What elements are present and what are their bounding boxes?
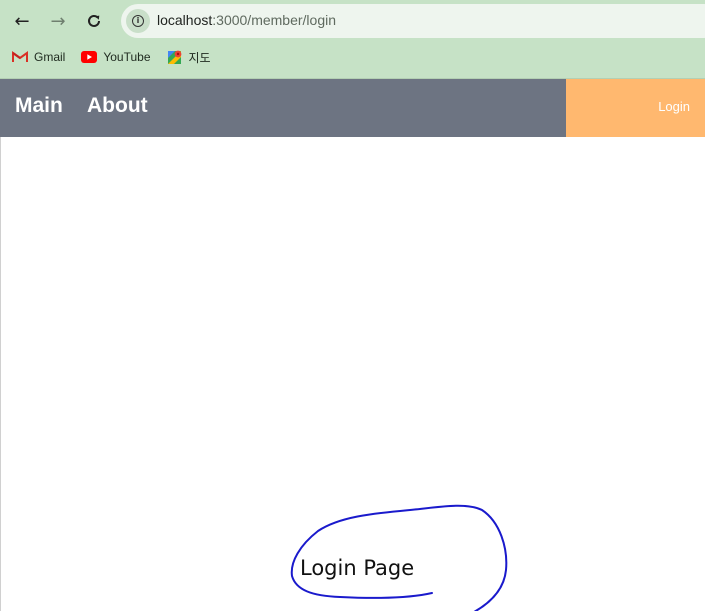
bookmark-gmail-label: Gmail [34, 50, 66, 64]
nav-about-link[interactable]: About [87, 94, 148, 118]
address-bar[interactable]: i localhost:3000/member/login [121, 4, 705, 38]
bookmark-youtube[interactable]: YouTube [81, 50, 151, 64]
url-text[interactable]: localhost:3000/member/login [157, 12, 336, 28]
bookmark-maps-label: 지도 [188, 50, 211, 65]
nav-main-link[interactable]: Main [15, 94, 63, 118]
login-button-label: Login [658, 99, 690, 114]
browser-toolbar: ← → i localhost:3000/member/login Gmail [0, 0, 705, 79]
app-header: Main About Login [0, 79, 705, 137]
login-button[interactable]: Login [566, 79, 705, 137]
url-host: localhost [157, 12, 213, 28]
bookmarks-bar: Gmail YouTube 지도 [0, 46, 215, 68]
youtube-icon [81, 51, 98, 63]
bookmark-gmail[interactable]: Gmail [12, 50, 65, 64]
url-path: :3000/member/login [212, 12, 337, 28]
page-title: Login Page [300, 556, 415, 580]
bookmark-maps[interactable]: 지도 [167, 49, 211, 66]
bookmark-youtube-label: YouTube [103, 50, 151, 64]
page-left-border [0, 137, 1, 611]
gmail-icon [12, 51, 28, 62]
reload-icon[interactable] [81, 8, 107, 34]
forward-arrow-icon[interactable]: → [45, 8, 71, 34]
site-info-icon[interactable]: i [126, 9, 150, 33]
back-arrow-icon[interactable]: ← [9, 8, 35, 34]
maps-icon [167, 50, 181, 64]
